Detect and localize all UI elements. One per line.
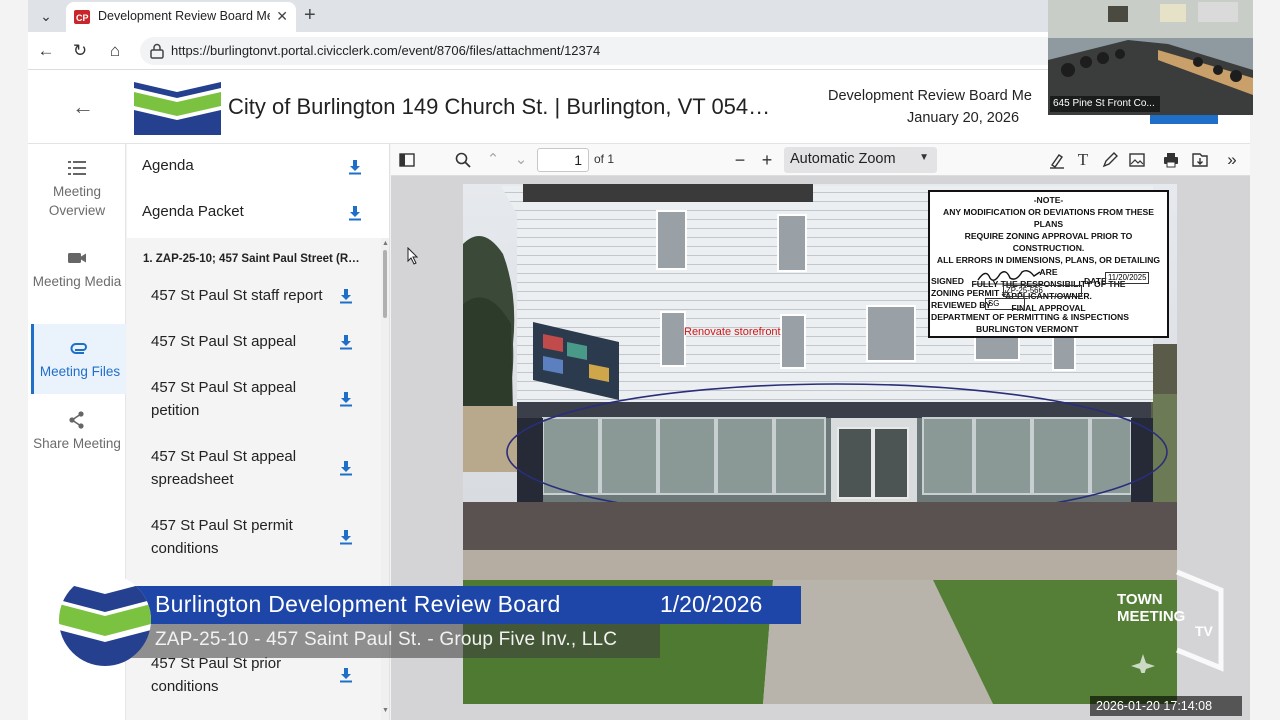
broadcast-timestamp: 2026-01-20 17:14:08 <box>1090 696 1242 716</box>
zoom-out-icon[interactable]: − <box>731 151 749 169</box>
permit-label: ZONING PERMIT # <box>931 288 1007 298</box>
highlight-icon[interactable] <box>1048 151 1066 169</box>
image-icon[interactable] <box>1128 151 1146 169</box>
svg-text:TOWN: TOWN <box>1117 591 1163 608</box>
nav-label: Meeting Media <box>32 274 122 289</box>
note-heading: -NOTE- <box>1033 195 1064 205</box>
list-icon <box>68 161 86 175</box>
draw-icon[interactable] <box>1101 151 1119 169</box>
date-label: DATE <box>1084 276 1107 286</box>
download-icon[interactable] <box>348 159 362 175</box>
find-icon[interactable] <box>454 151 472 169</box>
page-count: of 1 <box>594 152 615 166</box>
zoom-in-icon[interactable]: + <box>758 151 776 169</box>
reload-icon[interactable]: ↻ <box>69 40 91 62</box>
nav-meeting-overview[interactable]: Meeting Overview <box>28 158 126 220</box>
page-number-input[interactable]: 1 <box>537 148 589 172</box>
lower-third-subtitle: ZAP-25-10 - 457 Saint Paul St. - Group F… <box>155 629 618 650</box>
dept-line: BURLINGTON VERMONT <box>976 324 1079 334</box>
nav-label: Share Meeting <box>33 436 121 451</box>
approval-date: 11/20/2025 <box>1105 272 1150 284</box>
download-icon[interactable] <box>339 667 353 683</box>
tab-list-chevron-icon[interactable]: ⌄ <box>36 6 56 26</box>
close-tab-icon[interactable]: ✕ <box>276 8 288 25</box>
more-tools-icon[interactable]: » <box>1223 151 1241 169</box>
zoom-value: Automatic Zoom <box>790 151 896 167</box>
download-icon[interactable] <box>339 460 353 476</box>
scroll-up-icon[interactable]: ▲ <box>382 240 389 247</box>
tab-title: Development Review Board Meet <box>98 9 270 23</box>
save-icon[interactable] <box>1191 151 1209 169</box>
svg-text:TV: TV <box>1195 623 1214 639</box>
download-icon[interactable] <box>339 288 353 304</box>
chevron-down-icon: ▼ <box>919 152 929 163</box>
list-item[interactable]: 457 St Paul St staff report <box>151 284 341 307</box>
city-title: City of Burlington 149 Church St. | Burl… <box>228 94 771 119</box>
list-item[interactable]: 457 St Paul St permit conditions <box>151 514 341 560</box>
share-icon <box>69 411 84 429</box>
screen: ⌄ CP Development Review Board Meet ✕ + ←… <box>0 0 1280 720</box>
permit-number: ZP-25-566 <box>1003 285 1082 297</box>
city-logo <box>134 78 221 135</box>
lower-third-title: Burlington Development Review Board <box>155 591 561 617</box>
home-icon[interactable]: ⌂ <box>104 40 126 62</box>
list-scrollbar-thumb[interactable] <box>383 250 387 318</box>
download-icon[interactable] <box>339 529 353 545</box>
meeting-date: January 20, 2026 <box>907 110 1020 126</box>
download-icon[interactable] <box>339 391 353 407</box>
nav-label: Meeting Overview <box>48 184 106 218</box>
file-agenda-packet[interactable]: Agenda Packet <box>127 190 389 236</box>
dept-line: DEPARTMENT OF PERMITTING & INSPECTIONS <box>931 312 1129 322</box>
url-text: https://burlingtonvt.portal.civicclerk.c… <box>171 43 601 58</box>
zoom-select[interactable]: Automatic Zoom ▼ <box>784 147 937 173</box>
burlington-logo-icon <box>59 574 151 666</box>
reviewer-initials: SG <box>985 298 1025 310</box>
file-label: Agenda Packet <box>142 203 244 220</box>
civicclerk-favicon-icon: CP <box>74 10 90 24</box>
svg-text:MEETING: MEETING <box>1117 608 1185 625</box>
site-info-icon[interactable] <box>148 42 166 60</box>
header-action-button[interactable] <box>1150 114 1218 124</box>
signed-label: SIGNED <box>931 276 964 286</box>
back-icon[interactable]: ← <box>35 40 57 62</box>
lower-third-date: 1/20/2026 <box>660 591 763 617</box>
meeting-title: Development Review Board Me <box>828 88 1032 104</box>
pip-caption: 645 Pine St Front Co... <box>1050 96 1160 112</box>
next-page-icon[interactable]: ⌄ <box>512 151 530 169</box>
renovate-storefront-annotation: Renovate storefront <box>684 326 781 338</box>
back-arrow-icon[interactable]: ← <box>72 94 94 120</box>
pdf-toolbar: ⌃ ⌄ 1 of 1 − + Automatic Zoom ▼ T » <box>391 144 1250 176</box>
print-icon[interactable] <box>1162 151 1180 169</box>
town-meeting-tv-logo: TOWN MEETING TV <box>1117 569 1224 673</box>
note-line: ANY MODIFICATION OR DEVIATIONS FROM THES… <box>942 207 1155 229</box>
video-camera-icon <box>68 253 86 263</box>
file-agenda[interactable]: Agenda <box>127 144 389 190</box>
list-item[interactable]: 457 St Paul St prior conditions <box>151 652 341 698</box>
previous-page-icon[interactable]: ⌃ <box>484 151 502 169</box>
reviewed-label: REVIEWED BY <box>931 300 992 310</box>
mouse-cursor-icon <box>407 247 419 265</box>
scroll-down-icon[interactable]: ▼ <box>382 707 389 714</box>
agenda-item-heading: 1. ZAP-25-10; 457 Saint Paul Street (R… <box>143 253 360 265</box>
list-item[interactable]: 457 St Paul St appeal petition <box>151 376 341 422</box>
download-icon[interactable] <box>339 334 353 350</box>
sidebar-toggle-icon[interactable] <box>398 151 416 169</box>
svg-text:CP: CP <box>76 13 89 23</box>
new-tab-icon[interactable]: + <box>304 4 316 27</box>
text-icon[interactable]: T <box>1074 151 1092 169</box>
download-icon[interactable] <box>348 205 362 221</box>
nav-meeting-files[interactable]: Meeting Files <box>31 324 126 394</box>
nav-label: Meeting Files <box>39 364 121 379</box>
signature <box>974 269 1042 285</box>
nav-meeting-media[interactable]: Meeting Media <box>28 248 126 291</box>
list-item[interactable]: 457 St Paul St appeal spreadsheet <box>151 445 341 491</box>
browser-tab[interactable]: CP Development Review Board Meet ✕ <box>66 2 296 32</box>
nav-share-meeting[interactable]: Share Meeting <box>28 410 126 453</box>
file-label: Agenda <box>142 157 194 174</box>
paperclip-icon <box>70 343 87 354</box>
list-item[interactable]: 457 St Paul St appeal <box>151 330 341 353</box>
note-line: REQUIRE ZONING APPROVAL PRIOR TO CONSTRU… <box>964 231 1133 253</box>
